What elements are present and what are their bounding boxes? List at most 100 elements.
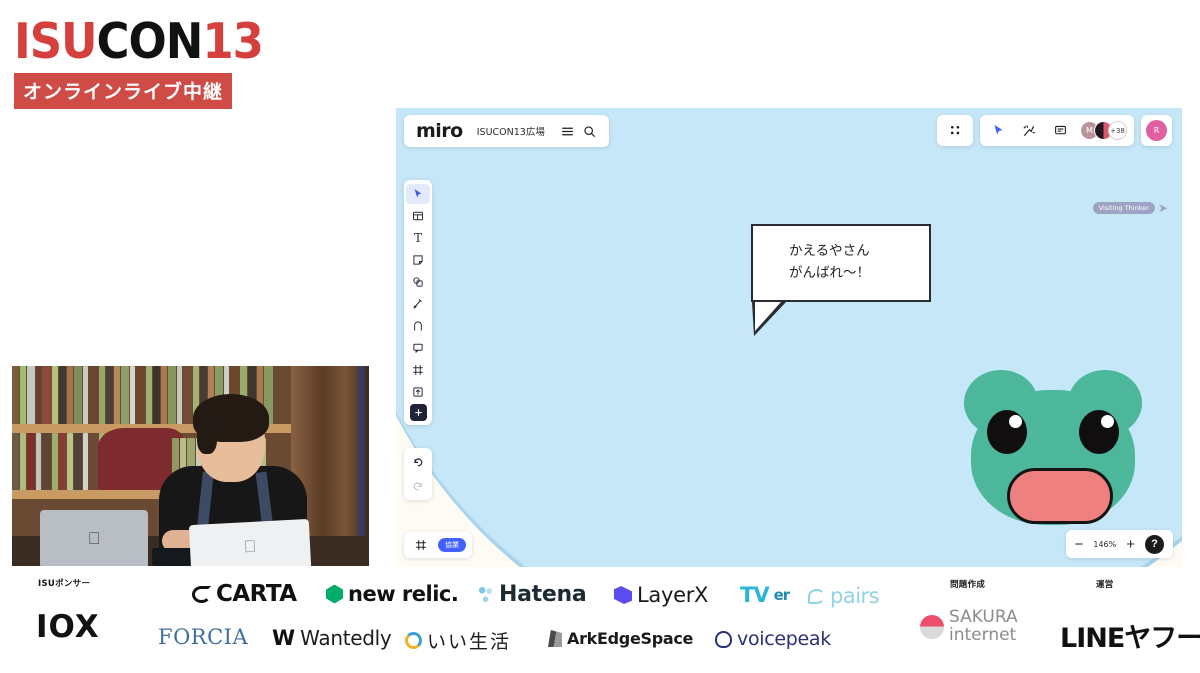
board-name-label[interactable]: ISUCON13広場 bbox=[477, 124, 545, 138]
sponsor-lineyahoo: LINEヤフー bbox=[1060, 616, 1200, 655]
frame-tool[interactable] bbox=[406, 360, 430, 380]
speech-bubble-text: かえるやさん がんばれ〜！ bbox=[789, 243, 870, 282]
voicepeak-icon bbox=[715, 630, 732, 648]
operator-label: 運営 bbox=[1096, 580, 1114, 590]
sponsor-new-relic: new relic. bbox=[326, 582, 459, 606]
pairs-icon bbox=[808, 588, 825, 604]
sponsor-voicepeak: voicepeak bbox=[715, 628, 831, 650]
isucon13-logo: ISUCON13 オンラインライブ中継 bbox=[14, 14, 276, 109]
frog-character-illustration bbox=[964, 370, 1142, 525]
miro-logo[interactable]: miro bbox=[416, 120, 463, 142]
webcam-video-panel:   bbox=[12, 366, 369, 566]
zoom-in-button[interactable]: + bbox=[1126, 537, 1135, 552]
frog-eye-left bbox=[987, 410, 1027, 454]
redo-button[interactable] bbox=[406, 476, 430, 496]
sponsor-layerx: LayerX bbox=[614, 583, 708, 607]
upload-tool[interactable] bbox=[406, 382, 430, 402]
sponsor-sakura-internet: SAKURA internet bbox=[920, 608, 1018, 645]
apps-grid-icon[interactable] bbox=[944, 120, 966, 142]
new-relic-icon bbox=[326, 584, 343, 604]
more-apps-tool[interactable] bbox=[409, 404, 427, 421]
help-button[interactable]: ? bbox=[1145, 534, 1164, 554]
sponsor-wantedly: W Wantedly bbox=[272, 626, 392, 650]
sponsor-label-line2: internet bbox=[949, 624, 1017, 645]
problem-creation-label: 問題作成 bbox=[950, 580, 986, 590]
macbook-left:  bbox=[40, 510, 148, 566]
sponsor-label: Wantedly bbox=[300, 626, 392, 650]
sponsor-label: new relic. bbox=[348, 582, 459, 606]
carta-icon bbox=[192, 585, 211, 603]
miro-board-screenshare[interactable]: かえるやさん がんばれ〜！ Visiting Thinker ➤ miro IS… bbox=[396, 108, 1182, 567]
cursor-pointer-icon[interactable] bbox=[987, 120, 1009, 142]
avatar-stack[interactable]: M +38 bbox=[1080, 121, 1127, 140]
templates-tool[interactable] bbox=[406, 206, 430, 226]
macbook-right:  bbox=[188, 518, 312, 566]
sponsor-ii-seikatsu: いい生活 bbox=[405, 627, 511, 654]
sponsor-label: ArkEdgeSpace bbox=[567, 629, 694, 648]
ark-edge-space-icon bbox=[548, 630, 562, 647]
pen-tool[interactable] bbox=[406, 294, 430, 314]
text-tool[interactable]: T bbox=[406, 228, 430, 248]
isuponsor-label: ISUポンサー bbox=[38, 579, 91, 589]
apple-logo-icon:  bbox=[243, 536, 257, 556]
logo-wordmark: ISUCON13 bbox=[14, 14, 281, 70]
zoom-out-button[interactable]: − bbox=[1075, 537, 1084, 552]
collab-tools-group[interactable]: M +38 bbox=[980, 115, 1134, 146]
sponsor-label: LayerX bbox=[637, 583, 709, 607]
comment-tool[interactable] bbox=[406, 338, 430, 358]
collaborator-name-label: Visiting Thinker bbox=[1092, 202, 1155, 214]
logo-con: CON bbox=[96, 13, 204, 70]
miro-top-left-bar[interactable]: miro ISUCON13広場 bbox=[404, 115, 609, 147]
undo-button[interactable] bbox=[406, 452, 430, 472]
miro-undo-redo-bar[interactable] bbox=[404, 448, 432, 500]
logo-banner: オンラインライブ中継 bbox=[14, 73, 233, 109]
frog-eye-right bbox=[1079, 410, 1119, 454]
miro-zoom-controls[interactable]: − 146% + ? bbox=[1065, 530, 1173, 558]
sponsor-label: CARTA bbox=[216, 581, 297, 607]
sponsor-label: Hatena bbox=[499, 582, 587, 607]
ii-seikatsu-icon bbox=[405, 632, 422, 649]
apps-group[interactable] bbox=[937, 115, 973, 146]
miro-top-right-bar[interactable]: M +38 R bbox=[937, 115, 1172, 146]
connector-tool[interactable] bbox=[406, 316, 430, 336]
cursor-pointer-icon: ➤ bbox=[1157, 201, 1168, 215]
comment-icon[interactable] bbox=[1049, 120, 1071, 142]
search-icon[interactable] bbox=[579, 120, 601, 142]
miro-bottom-left-bar[interactable]: 協業 bbox=[404, 532, 472, 558]
shapes-tool[interactable] bbox=[406, 272, 430, 292]
avatar[interactable]: R bbox=[1146, 120, 1167, 141]
sakura-internet-icon bbox=[920, 614, 944, 639]
sponsor-carta: CARTA bbox=[192, 581, 297, 607]
avatar-overflow-count[interactable]: +38 bbox=[1108, 121, 1127, 140]
user-avatar-group[interactable]: R bbox=[1141, 115, 1172, 146]
sponsor-label: TV bbox=[740, 583, 770, 607]
speech-bubble-tail-inner bbox=[755, 302, 781, 331]
apple-logo-icon:  bbox=[88, 530, 101, 547]
reactions-icon[interactable] bbox=[1018, 120, 1040, 142]
zoom-level-label[interactable]: 146% bbox=[1093, 540, 1116, 549]
sponsor-tver: TV er bbox=[740, 583, 790, 607]
hamburger-menu-icon[interactable] bbox=[557, 120, 579, 142]
sponsor-label: FORCIA bbox=[158, 625, 249, 649]
sponsor-bar: ISUポンサー 問題作成 運営 CARTA new relic. Hatena … bbox=[0, 567, 1200, 673]
sticky-note-tool[interactable] bbox=[406, 250, 430, 270]
broadcast-screen: { "logo": { "isu": "ISU", "con": "CON", … bbox=[0, 0, 1200, 673]
miro-left-toolbar[interactable]: T bbox=[404, 180, 432, 425]
frame-list-icon[interactable] bbox=[410, 534, 432, 556]
wantedly-icon: W bbox=[272, 626, 296, 650]
miro-canvas[interactable]: かえるやさん がんばれ〜！ Visiting Thinker ➤ bbox=[396, 108, 1182, 567]
layerx-icon bbox=[614, 586, 632, 604]
select-tool[interactable] bbox=[406, 184, 430, 204]
frog-eye-highlight bbox=[1009, 415, 1022, 428]
frog-face bbox=[971, 390, 1135, 525]
sponsor-label: voicepeak bbox=[737, 628, 831, 650]
person-hair bbox=[193, 394, 269, 454]
sponsor-ark-edge-space: ArkEdgeSpace bbox=[548, 629, 693, 648]
logo-isu: ISU bbox=[14, 13, 98, 70]
sponsor-label: pairs bbox=[830, 584, 880, 608]
collaborator-cursor: Visiting Thinker ➤ bbox=[1092, 201, 1168, 215]
frame-name-chip[interactable]: 協業 bbox=[438, 538, 466, 552]
sponsor-pairs: pairs bbox=[808, 584, 880, 608]
frog-mouth bbox=[1007, 468, 1113, 524]
speech-bubble[interactable]: かえるやさん がんばれ〜！ bbox=[751, 224, 931, 336]
